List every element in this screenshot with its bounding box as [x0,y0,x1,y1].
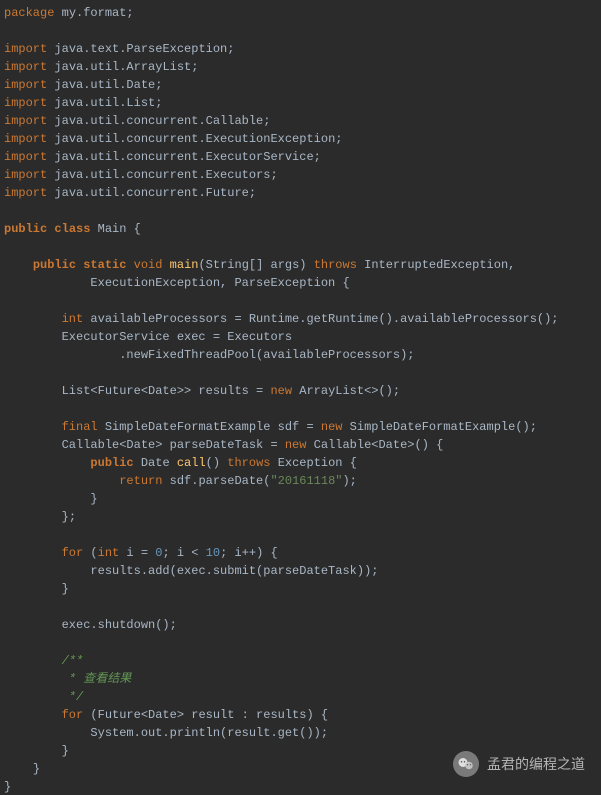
code-line: } [4,780,11,794]
code-editor: package my.format; import java.text.Pars… [0,0,601,795]
code-line: } [4,762,40,776]
code-line: * 查看结果 [4,672,131,686]
code-line: import java.util.ArrayList; [4,60,198,74]
code-line: import java.util.concurrent.ExecutionExc… [4,132,342,146]
code-line: } [4,582,69,596]
code-line: public static void main(String[] args) t… [4,258,515,272]
code-line: }; [4,510,76,524]
code-line: public Date call() throws Exception { [4,456,357,470]
code-line: } [4,492,98,506]
code-line: import java.util.concurrent.Executors; [4,168,278,182]
code-line: import java.util.List; [4,96,162,110]
code-line: Callable<Date> parseDateTask = new Calla… [4,438,443,452]
wechat-svg [457,755,475,773]
code-line: int availableProcessors = Runtime.getRun… [4,312,559,326]
code-line: for (Future<Date> result : results) { [4,708,328,722]
code-line: return sdf.parseDate("20161118"); [4,474,357,488]
code-line: ExecutionException, ParseException { [4,276,350,290]
watermark: 孟君的编程之道 [453,751,585,777]
code-line: import java.util.concurrent.ExecutorServ… [4,150,321,164]
code-line: List<Future<Date>> results = new ArrayLi… [4,384,400,398]
code-line: results.add(exec.submit(parseDateTask)); [4,564,378,578]
code-line: /** [4,654,83,668]
code-line: ExecutorService exec = Executors [4,330,292,344]
code-line: for (int i = 0; i < 10; i++) { [4,546,278,560]
code-line: exec.shutdown(); [4,618,177,632]
keyword-package: package [4,6,54,20]
code-line: final SimpleDateFormatExample sdf = new … [4,420,537,434]
code-line: import java.text.ParseException; [4,42,234,56]
code-line: .newFixedThreadPool(availableProcessors)… [4,348,414,362]
code-line: System.out.println(result.get()); [4,726,328,740]
code-line: public class Main { [4,222,141,236]
watermark-text: 孟君的编程之道 [487,755,585,773]
code-line: } [4,744,69,758]
code-line: import java.util.concurrent.Future; [4,186,256,200]
code-line: import java.util.concurrent.Callable; [4,114,270,128]
code-line: package my.format; [4,6,134,20]
code-line: */ [4,690,83,704]
wechat-icon [453,751,479,777]
code-line: import java.util.Date; [4,78,162,92]
